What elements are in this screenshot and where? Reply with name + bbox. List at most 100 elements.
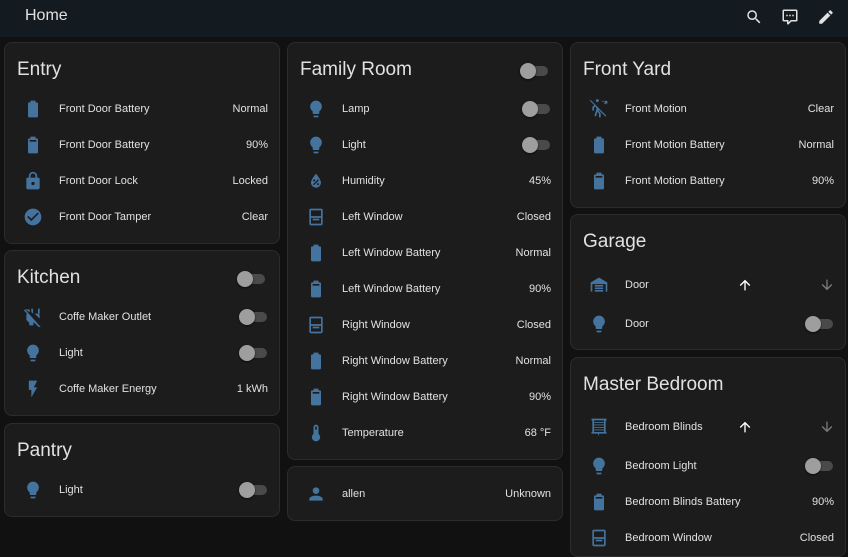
flash-icon [23, 379, 43, 399]
entity-name: Bedroom Blinds Battery [625, 496, 741, 508]
entity-name: Light [342, 139, 366, 151]
entity-toggle[interactable] [239, 482, 267, 498]
entity-state: 90% [811, 496, 834, 508]
entity-row[interactable]: Light [288, 127, 562, 163]
entity-row[interactable]: Right Window Battery 90% [288, 379, 562, 415]
entity-name: Left Window [342, 211, 403, 223]
edit-icon[interactable] [815, 6, 837, 28]
entity-row[interactable]: Bedroom Blinds Battery 90% [571, 484, 845, 520]
battery-icon [23, 99, 43, 119]
card-kitchen: Kitchen Coffe Maker Outlet Light Coffe M… [4, 250, 280, 416]
entity-row[interactable]: Coffe Maker Outlet [5, 299, 279, 335]
entity-state: 68 °F [524, 427, 551, 439]
lightbulb-icon [23, 343, 43, 363]
assist-icon[interactable] [779, 6, 801, 28]
entity-name: Humidity [342, 175, 385, 187]
battery-90-icon [306, 387, 326, 407]
close-cover-button[interactable] [817, 275, 837, 295]
entity-row[interactable]: Left Window Battery 90% [288, 271, 562, 307]
entity-name: Coffe Maker Outlet [59, 311, 152, 323]
card-title: Kitchen [17, 267, 81, 288]
entity-row[interactable]: Door [571, 267, 845, 303]
entity-toggle[interactable] [805, 458, 833, 474]
entity-row[interactable]: Front Motion Battery 90% [571, 163, 845, 199]
entity-row[interactable]: Bedroom Light [571, 448, 845, 484]
window-closed-icon [589, 528, 609, 548]
family-room-header-toggle[interactable] [520, 63, 548, 79]
entity-row[interactable]: Light [5, 472, 279, 508]
arrow-up-icon [737, 419, 753, 435]
entity-toggle[interactable] [805, 316, 833, 332]
card-title: Family Room [300, 59, 412, 80]
entity-name: Lamp [342, 103, 370, 115]
entity-row[interactable]: Front Motion Battery Normal [571, 127, 845, 163]
lock-icon [23, 171, 43, 191]
entity-row[interactable]: Right Window Closed [288, 307, 562, 343]
entity-state: Normal [515, 355, 551, 367]
entity-row[interactable]: allen Unknown [288, 476, 562, 512]
entity-state: Clear [807, 103, 834, 115]
card-title: Pantry [17, 440, 72, 461]
battery-icon [306, 351, 326, 371]
card-title: Front Yard [583, 59, 672, 80]
entity-name: Door [625, 318, 649, 330]
entity-toggle[interactable] [239, 345, 267, 361]
entity-name: Right Window [342, 319, 410, 331]
open-cover-button[interactable] [735, 275, 755, 295]
open-cover-button[interactable] [735, 417, 755, 437]
entity-row[interactable]: Bedroom Blinds [571, 409, 845, 445]
entity-row[interactable]: Front Door Lock Locked [5, 163, 279, 199]
entity-toggle[interactable] [522, 101, 550, 117]
entity-row[interactable]: Left Window Closed [288, 199, 562, 235]
entity-row[interactable]: Left Window Battery Normal [288, 235, 562, 271]
entity-row[interactable]: Front Motion Clear [571, 91, 845, 127]
entity-name: Front Door Battery [59, 103, 150, 115]
card-entry: Entry Front Door Battery Normal Front Do… [4, 42, 280, 244]
close-cover-button[interactable] [817, 417, 837, 437]
entity-row[interactable]: Front Door Tamper Clear [5, 199, 279, 235]
entity-state: 45% [528, 175, 551, 187]
card-title: Entry [17, 59, 62, 80]
entity-row[interactable]: Lamp [288, 91, 562, 127]
card-master-bedroom: Master Bedroom Bedroom Blinds Bedroom Li… [570, 357, 846, 557]
entity-state: Normal [515, 247, 551, 259]
garage-icon [589, 275, 609, 295]
entity-state: 90% [811, 175, 834, 187]
arrow-down-icon [819, 419, 835, 435]
app-toolbar: Home [0, 0, 848, 37]
entity-row[interactable]: Right Window Battery Normal [288, 343, 562, 379]
entity-name: Temperature [342, 427, 404, 439]
battery-90-icon [23, 135, 43, 155]
entity-name: Bedroom Window [625, 532, 712, 544]
battery-90-icon [306, 279, 326, 299]
water-percent-icon [306, 171, 326, 191]
lightbulb-icon [23, 480, 43, 500]
kitchen-header-toggle[interactable] [237, 271, 265, 287]
entity-row[interactable]: Light [5, 335, 279, 371]
check-circle-icon [23, 207, 43, 227]
entity-state: Closed [516, 319, 551, 331]
entity-state: 90% [245, 139, 268, 151]
account-icon [306, 484, 326, 504]
card-front-yard: Front Yard Front Motion Clear Front Moti… [570, 42, 846, 208]
card-title: Master Bedroom [583, 374, 724, 395]
entity-name: Right Window Battery [342, 355, 448, 367]
entity-row[interactable]: Coffe Maker Energy 1 kWh [5, 371, 279, 407]
entity-row[interactable]: Temperature 68 °F [288, 415, 562, 451]
blinds-icon [589, 417, 609, 437]
entity-name: Left Window Battery [342, 283, 441, 295]
entity-row[interactable]: Front Door Battery 90% [5, 127, 279, 163]
entity-toggle[interactable] [239, 309, 267, 325]
entity-row[interactable]: Front Door Battery Normal [5, 91, 279, 127]
entity-row[interactable]: Door [571, 306, 845, 342]
entity-state: 1 kWh [236, 383, 268, 395]
entity-toggle[interactable] [522, 137, 550, 153]
thermometer-icon [306, 423, 326, 443]
entity-name: Front Door Tamper [59, 211, 152, 223]
card-person: allen Unknown [287, 466, 563, 521]
lightbulb-icon [306, 99, 326, 119]
search-icon[interactable] [743, 6, 765, 28]
entity-name: Bedroom Light [625, 460, 697, 472]
entity-row[interactable]: Humidity 45% [288, 163, 562, 199]
entity-row[interactable]: Bedroom Window Closed [571, 520, 845, 556]
